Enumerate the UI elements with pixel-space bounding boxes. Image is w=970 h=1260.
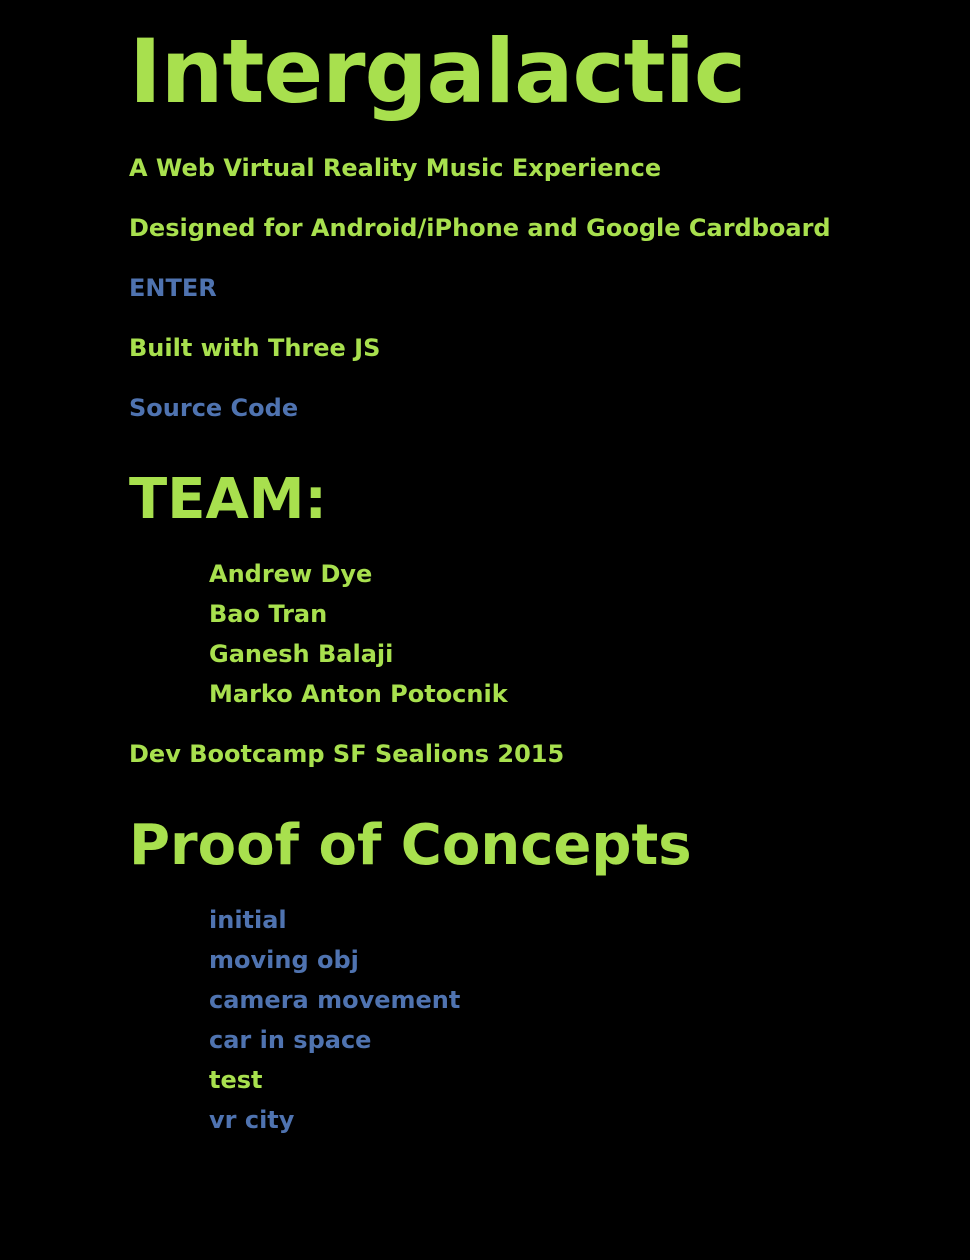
poc-link-camera-movement[interactable]: camera movement	[209, 986, 460, 1014]
team-member: Marko Anton Potocnik	[209, 680, 508, 708]
subtitle: A Web Virtual Reality Music Experience	[129, 154, 662, 182]
team-member: Ganesh Balaji	[209, 640, 394, 668]
designed-for-text: Designed for Android/iPhone and Google C…	[129, 214, 831, 242]
source-code-link[interactable]: Source Code	[129, 394, 298, 422]
team-heading: TEAM:	[129, 467, 327, 532]
team-member: Bao Tran	[209, 600, 328, 628]
poc-item-test: test	[209, 1066, 263, 1094]
built-with-text: Built with Three JS	[129, 334, 381, 362]
team-member: Andrew Dye	[209, 560, 373, 588]
poc-link-vr-city[interactable]: vr city	[209, 1106, 294, 1134]
poc-link-initial[interactable]: initial	[209, 906, 287, 934]
poc-link-moving-obj[interactable]: moving obj	[209, 946, 359, 974]
poc-heading: Proof of Concepts	[129, 813, 692, 878]
cohort-text: Dev Bootcamp SF Sealions 2015	[129, 740, 565, 768]
page-title: Intergalactic	[129, 20, 746, 123]
enter-link[interactable]: ENTER	[129, 274, 217, 302]
poc-list: initial moving obj camera movement car i…	[209, 900, 460, 1140]
poc-link-car-in-space[interactable]: car in space	[209, 1026, 371, 1054]
team-list: Andrew Dye Bao Tran Ganesh Balaji Marko …	[209, 554, 508, 714]
